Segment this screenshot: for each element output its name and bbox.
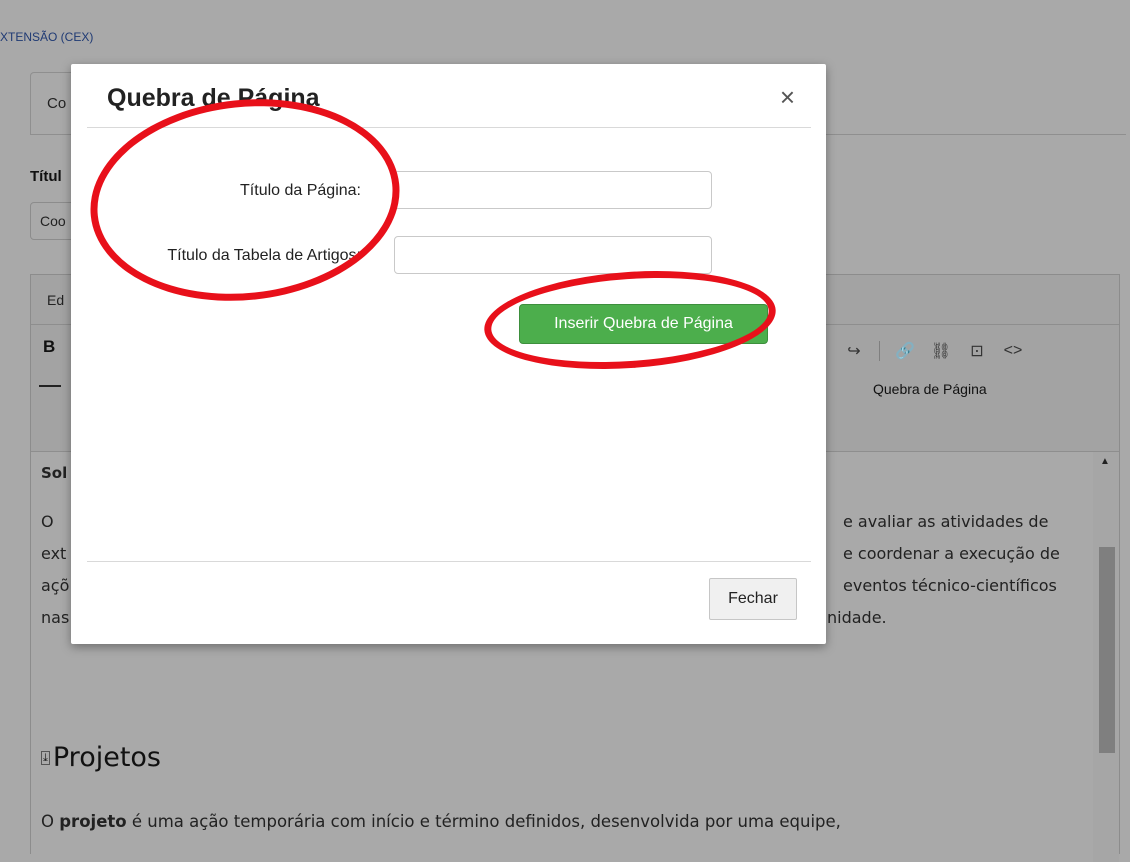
title-label: Títul	[30, 168, 62, 185]
dialog-footer: Fechar	[87, 561, 811, 645]
scrollbar-thumb[interactable]	[1099, 547, 1115, 753]
text-fragment: e coordenar a execução de	[843, 544, 1060, 563]
insert-page-break-button[interactable]: Inserir Quebra de Página	[519, 304, 768, 344]
bold-term: projeto	[59, 812, 127, 831]
dialog-header: Quebra de Página ×	[87, 64, 811, 128]
link-icon[interactable]: 🔗	[894, 341, 916, 361]
redo-icon[interactable]: ↪	[843, 341, 865, 361]
source-code-icon[interactable]: <>	[1002, 342, 1024, 360]
horizontal-rule-icon[interactable]	[39, 385, 61, 387]
dialog-title: Quebra de Página	[107, 84, 320, 112]
page-title-label: Título da Página:	[240, 182, 361, 199]
scroll-up-icon[interactable]: ▲	[1100, 456, 1110, 467]
page-break-dialog: Quebra de Página × Título da Página: Tít…	[71, 64, 826, 644]
anchor-icon: ⤓	[41, 750, 50, 765]
bookmark-icon[interactable]: ⊡	[966, 341, 988, 361]
breadcrumb: XTENSÃO (CEX)	[0, 30, 94, 44]
toolbar-icon-group: ↪ 🔗 ⛓ ⊡ <>	[843, 341, 1024, 361]
close-icon[interactable]: ×	[780, 82, 795, 112]
text-fragment: O	[41, 512, 54, 531]
text-fragment: O	[41, 812, 54, 831]
close-button[interactable]: Fechar	[709, 578, 797, 620]
articles-table-title-row: Título da Tabela de Artigos:	[71, 236, 826, 276]
toolbar-divider	[879, 341, 880, 361]
unlink-icon[interactable]: ⛓	[930, 341, 952, 361]
text-fragment: nidade.	[827, 608, 887, 627]
text-fragment: é uma ação temporária com início e térmi…	[131, 812, 841, 831]
section-title-fragment: Sol	[41, 464, 68, 482]
articles-table-title-label: Título da Tabela de Artigos:	[167, 247, 361, 264]
heading-text: Projetos	[52, 742, 161, 773]
bold-button[interactable]: B	[43, 337, 55, 357]
paragraph-projeto: O projeto é uma ação temporária com iníc…	[41, 812, 1091, 831]
page-title-input[interactable]	[394, 171, 712, 209]
text-fragment: eventos técnico-científicos	[843, 576, 1057, 595]
editor-scrollbar[interactable]: ▲	[1093, 452, 1119, 862]
page-title-row: Título da Página:	[71, 171, 826, 211]
text-fragment: e avaliar as atividades de	[843, 512, 1049, 531]
page-break-toolbar-button[interactable]: Quebra de Página	[873, 381, 987, 397]
heading-projetos: ⤓ Projetos	[41, 742, 161, 773]
text-fragment: açõ	[41, 576, 70, 595]
text-fragment: nas	[41, 608, 70, 627]
articles-table-title-input[interactable]	[394, 236, 712, 274]
text-fragment: ext	[41, 544, 67, 563]
